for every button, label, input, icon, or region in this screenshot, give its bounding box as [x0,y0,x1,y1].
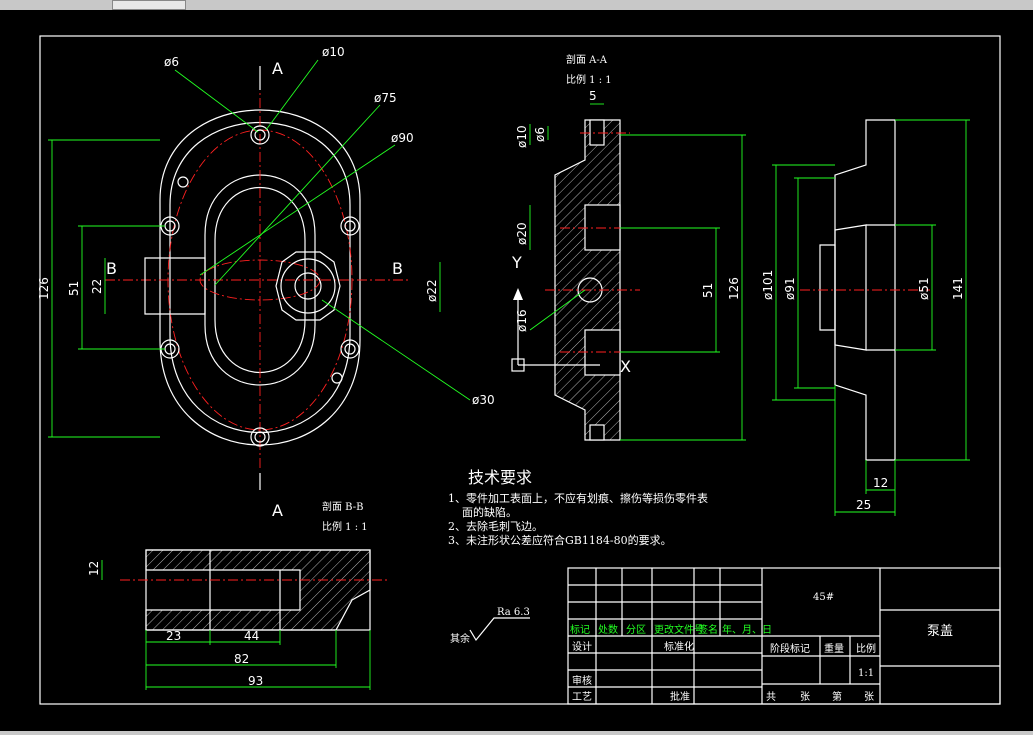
status-bar [0,731,1033,735]
section-mark-a-top: A [272,59,283,78]
aa-dim-51: 51 [701,283,715,298]
tech-req-heading: 技术要求 [468,468,532,487]
bb-dim-23: 23 [166,629,181,643]
section-mark-b-left: B [106,259,117,278]
dim-phi6: ø6 [164,55,179,69]
tb-header-sign: 签名 [698,623,718,636]
dim-phi10: ø10 [322,45,345,59]
dim-phi30: ø30 [472,393,495,407]
bb-dim-82: 82 [234,652,249,666]
title-block: 45# 泵盖 标记 处数 分区 更改文件号 签名 年、月、日 设计 标准化 阶段… [567,567,1001,705]
tb-approve: 批准 [670,690,690,703]
ucs-axis-y: Y [511,253,522,272]
tb-header-zone: 分区 [626,624,646,636]
tb-stage-mark: 阶段标记 [770,642,810,655]
side-dim-phi51: ø51 [917,277,931,300]
bb-dim-93: 93 [248,674,263,688]
bb-dim-12: 12 [87,561,101,576]
tb-weight: 重量 [824,642,844,655]
dim-22: 22 [90,279,104,294]
roughness-value: Ra 6.3 [497,607,530,618]
dim-51: 51 [67,281,81,296]
bb-dim-44: 44 [244,629,259,643]
tech-requirements: 技术要求 1、零件加工表面上，不应有划痕、擦伤等损伤零件表 面的缺陷。 2、去除… [448,468,708,547]
section-bb-scale: 比例 1 : 1 [322,520,368,533]
tech-req-line-3: 2、去除毛刺飞边。 [448,519,543,533]
cad-drawing-canvas[interactable]: A A B B ø6 ø10 ø75 ø90 ø22 ø30 126 51 22 [0,10,1033,731]
dim-phi90: ø90 [391,131,414,145]
roughness-label: 其余 [450,632,470,645]
dim-phi75: ø75 [374,91,397,105]
section-mark-a-bottom: A [272,501,283,520]
aa-dim-5: 5 [589,89,597,103]
aa-dim-phi16: ø16 [515,309,529,332]
roughness-symbol: 其余 Ra 6.3 [450,607,530,645]
ucs-axis-x: X [620,357,631,376]
dim-126: 126 [37,277,51,300]
tb-header-date: 年、月、日 [722,623,772,636]
tb-header-change-doc: 更改文件号 [654,623,704,636]
section-a-a: 剖面 A-A 比例 1 : 1 5 ø10 ø6 ø20 ø16 51 126 … [511,53,746,441]
tb-part-name: 泵盖 [927,624,953,639]
section-b-b: 剖面 B-B 比例 1 : 1 12 23 44 82 93 [87,500,390,690]
tb-scale-value: 1:1 [858,668,874,679]
aa-dim-phi10: ø10 [515,125,529,148]
side-dim-12: 12 [873,476,888,490]
section-aa-title: 剖面 A-A [566,53,608,66]
aa-dim-126: 126 [727,277,741,300]
side-view: ø101 ø91 ø51 141 12 25 [761,119,970,516]
tb-sheet-unit1: 张 [800,691,810,703]
tb-material: 45# [813,592,834,603]
section-mark-b-right: B [392,259,403,278]
tb-scale-label: 比例 [856,642,876,655]
title-bar [0,0,1033,10]
aa-dim-phi20: ø20 [515,222,529,245]
tech-req-line-4: 3、未注形状公差应符合GB1184-80的要求。 [448,533,672,547]
window-tab[interactable] [112,0,186,10]
tb-header-count: 处数 [598,623,618,636]
aa-dim-phi6: ø6 [533,127,547,142]
side-dim-141: 141 [951,277,965,300]
tb-header-mark: 标记 [570,624,590,636]
tech-req-line-1: 1、零件加工表面上，不应有划痕、擦伤等损伤零件表 [448,491,708,505]
side-dim-phi101: ø101 [761,270,775,300]
front-view: A A B B ø6 ø10 ø75 ø90 ø22 ø30 126 51 22 [37,45,495,520]
tb-sheet-total: 共 [766,691,776,703]
tb-sheet-unit2: 张 [864,691,874,703]
dim-phi22: ø22 [425,279,439,302]
tech-req-line-2: 面的缺陷。 [462,505,517,519]
side-dim-25: 25 [856,498,871,512]
tb-review: 审核 [572,674,592,687]
section-aa-scale: 比例 1 : 1 [566,73,612,86]
tb-process: 工艺 [572,691,592,703]
tb-sheet-no: 第 [832,690,842,703]
tb-design: 设计 [572,640,592,653]
tb-standardize: 标准化 [664,640,694,653]
section-bb-title: 剖面 B-B [322,500,363,513]
side-dim-phi91: ø91 [783,277,797,300]
